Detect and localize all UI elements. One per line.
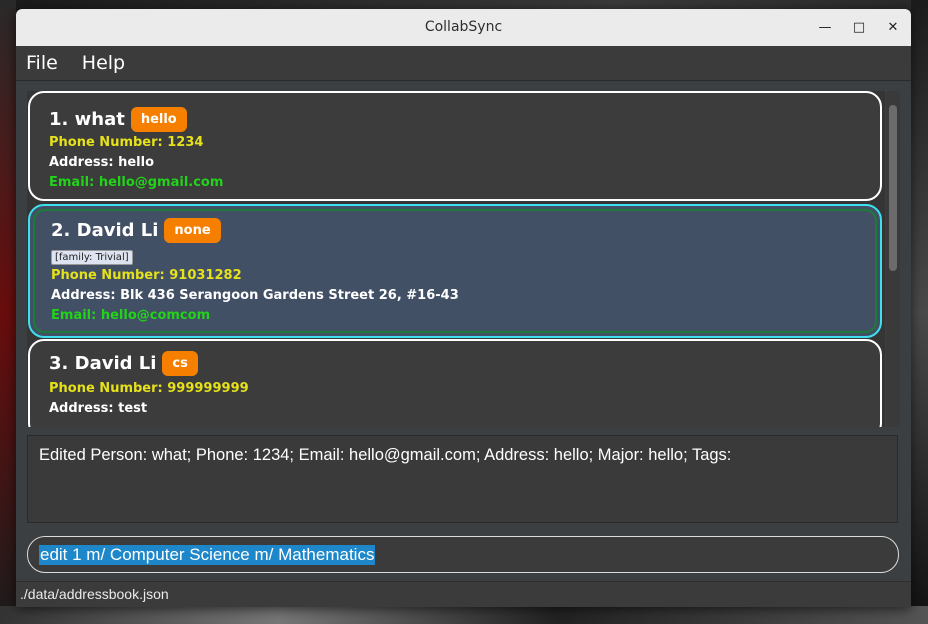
scrollbar-thumb[interactable]: [889, 105, 897, 271]
desktop-background-right: [911, 0, 928, 624]
person-list[interactable]: 1. what hello Phone Number: 1234 Address…: [27, 91, 885, 427]
close-icon[interactable]: ✕: [882, 17, 904, 39]
command-box[interactable]: edit 1 m/ Computer Science m/ Mathematic…: [27, 536, 899, 573]
person-name-row: 1. what hello: [49, 107, 187, 132]
command-input[interactable]: edit 1 m/ Computer Science m/ Mathematic…: [39, 545, 376, 565]
person-phone: Phone Number: 1234: [49, 135, 204, 150]
menu-bar: File Help: [16, 46, 911, 81]
major-badge: none: [164, 218, 221, 243]
person-email: Email: hello@comcom: [51, 308, 211, 323]
list-scrollbar[interactable]: [886, 91, 900, 427]
major-badge: cs: [162, 351, 198, 376]
app-window: CollabSync — □ ✕ File Help 1. what hello…: [16, 9, 911, 607]
title-bar[interactable]: CollabSync — □ ✕: [16, 9, 911, 46]
person-name-row: 2. David Li none: [51, 218, 221, 243]
result-message: Edited Person: what; Phone: 1234; Email:…: [39, 446, 732, 464]
person-card[interactable]: 1. what hello Phone Number: 1234 Address…: [28, 91, 882, 201]
maximize-icon[interactable]: □: [848, 17, 870, 39]
person-name-row: 3. David Li cs: [49, 351, 198, 376]
person-list-panel: 1. what hello Phone Number: 1234 Address…: [16, 81, 911, 427]
person-phone: Phone Number: 91031282: [51, 268, 242, 283]
window-title: CollabSync: [424, 19, 503, 35]
person-address: Address: test: [49, 401, 148, 416]
menu-help[interactable]: Help: [80, 52, 127, 74]
person-email: Email: hello@gmail.com: [49, 175, 224, 190]
result-display-panel: Edited Person: what; Phone: 1234; Email:…: [16, 427, 911, 535]
person-card-selected[interactable]: 2. David Li none [family: Trivial] Phone…: [28, 204, 882, 338]
person-name: 3. David Li: [49, 353, 157, 374]
major-badge: hello: [130, 107, 187, 132]
person-name: 1. what: [49, 109, 125, 130]
person-address: Address: hello: [49, 155, 155, 170]
desktop-background-left: [0, 0, 16, 624]
desktop-background-bottom: [0, 606, 928, 624]
person-phone: Phone Number: 999999999: [49, 381, 249, 396]
person-tag: [family: Trivial]: [51, 250, 133, 265]
save-location: ./data/addressbook.json: [20, 586, 169, 602]
person-card[interactable]: 3. David Li cs Phone Number: 999999999 A…: [28, 339, 882, 427]
person-name: 2. David Li: [51, 220, 159, 241]
status-bar: ./data/addressbook.json: [16, 581, 911, 607]
person-address: Address: Blk 436 Serangoon Gardens Stree…: [51, 288, 459, 303]
minimize-icon[interactable]: —: [814, 17, 836, 39]
result-display[interactable]: Edited Person: what; Phone: 1234; Email:…: [27, 435, 898, 523]
menu-file[interactable]: File: [24, 52, 60, 74]
